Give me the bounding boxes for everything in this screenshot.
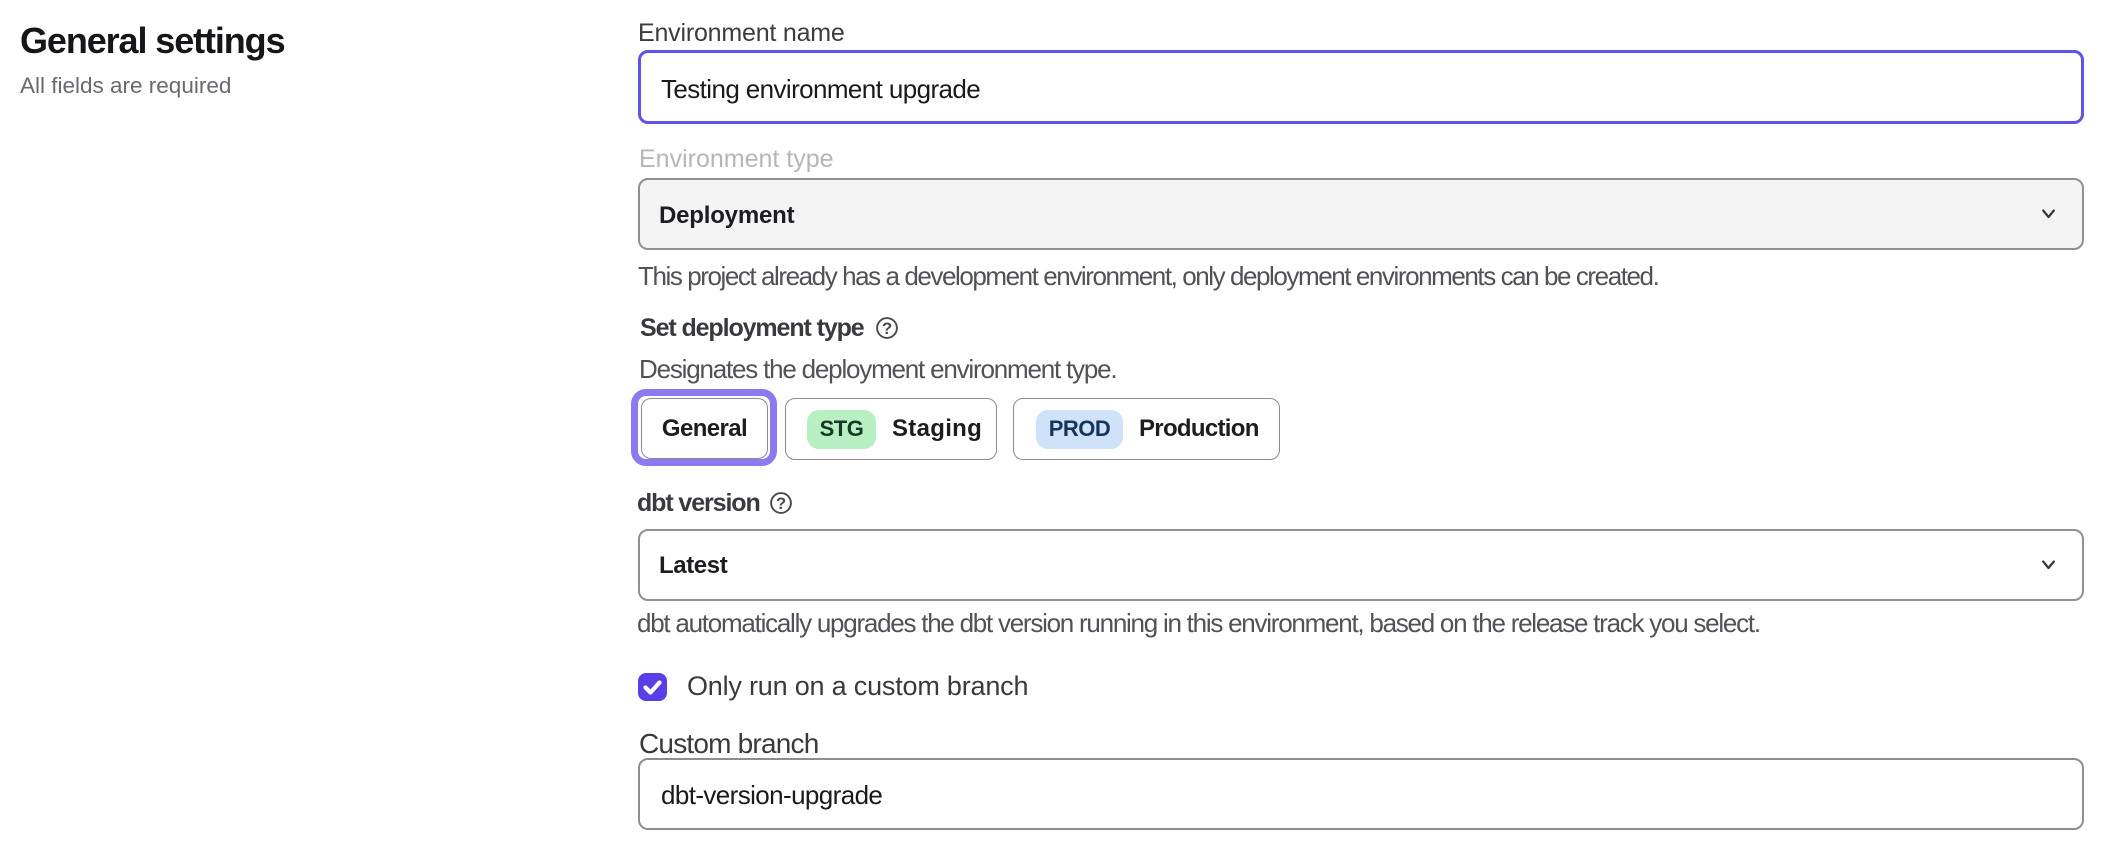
svg-text:?: ?	[882, 320, 892, 338]
svg-text:?: ?	[776, 495, 786, 513]
